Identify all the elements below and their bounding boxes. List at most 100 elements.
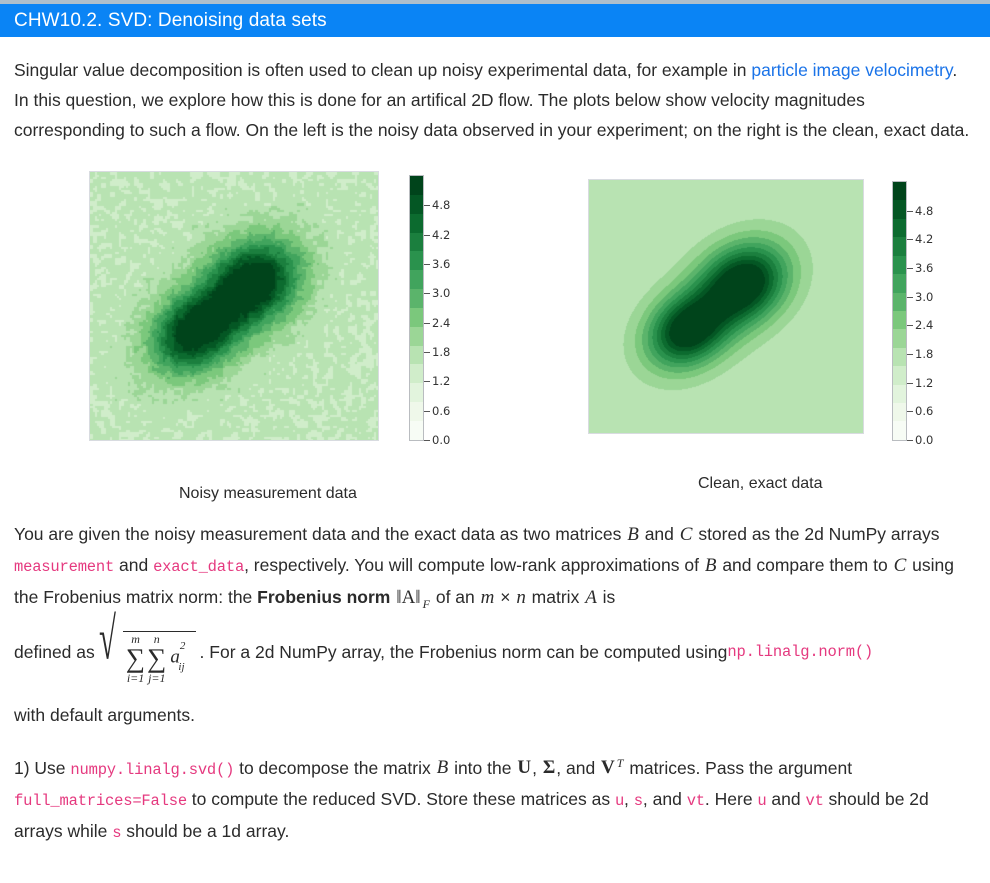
colorbar-segment — [410, 251, 423, 271]
colorbar-tick-label: 3.6 — [432, 257, 451, 271]
frobenius-formula-line: defined as √ m ∑ i=1 n ∑ j=1 a2ij . For … — [14, 609, 976, 690]
p3-text-2: to decompose the matrix — [234, 757, 436, 778]
colorbar-tick-label: 3.6 — [915, 261, 934, 275]
colorbar-segment — [893, 218, 906, 238]
p2-text-6: and compare them to — [717, 555, 893, 575]
p3-text-11: and — [766, 789, 806, 810]
p3-text-10: . Here — [704, 789, 758, 810]
colorbar-tick — [424, 205, 430, 207]
colorbar-tick — [424, 440, 430, 441]
colorbar-tick — [907, 411, 913, 413]
colorbar-segment — [410, 270, 423, 290]
figure-caption-clean: Clean, exact data — [698, 475, 823, 492]
matrix-Sigma-symbol: Σ — [542, 757, 556, 779]
colorbar-segment — [410, 345, 423, 365]
p3-text-6: matrices. Pass the argument — [624, 757, 853, 778]
task-1-paragraph: 1) Use numpy.linalg.svd() to decompose t… — [14, 748, 976, 849]
matrix-C-symbol-2: C — [893, 555, 907, 576]
colorbar-tick — [424, 410, 430, 412]
colorbar-segment — [893, 366, 906, 385]
radicand: m ∑ i=1 n ∑ j=1 a2ij — [122, 630, 196, 685]
colorbar-segment — [410, 364, 423, 384]
colorbar-tick-label: 0.6 — [432, 403, 451, 418]
colorbar-segment — [893, 182, 906, 201]
colorbar-tick — [907, 239, 913, 241]
colorbar-segment — [893, 310, 906, 330]
p2-text-11: matrix — [526, 587, 585, 607]
colorbar-tick-label: 4.2 — [432, 227, 451, 242]
colorbar-segment — [893, 384, 906, 404]
figure-caption-noisy: Noisy measurement data — [179, 485, 357, 502]
p3-text-1: 1) Use — [14, 757, 71, 778]
sigma-glyph-i: ∑ — [125, 642, 146, 673]
colorbar-segment — [893, 274, 906, 293]
colorbar-tick-label: 1.8 — [915, 347, 934, 361]
sigma-glyph-j: ∑ — [147, 642, 167, 673]
code-u-1: u — [614, 792, 625, 811]
colorbar-tick — [907, 325, 913, 327]
dim-m-symbol: m — [480, 587, 495, 608]
intro-paragraph: Singular value decomposition is often us… — [14, 55, 976, 145]
colorbar-tick-label: 2.4 — [432, 315, 451, 330]
colorbar-tick — [907, 354, 913, 355]
colorbar-tick-label: 4.2 — [915, 232, 934, 247]
code-exact-data: exact_data — [153, 558, 245, 576]
colorbar-tick-label: 4.8 — [432, 198, 451, 213]
p3-text-3: into the — [449, 757, 517, 778]
code-s-2: s — [112, 824, 122, 843]
p2-text-1: You are given the noisy measurement data… — [14, 524, 627, 544]
p3-text-13: should be a 1d array. — [121, 821, 290, 842]
code-vt-2: vt — [805, 792, 824, 811]
colorbar-tick — [424, 234, 430, 236]
matrix-B-symbol: B — [627, 524, 639, 545]
colorbar-tick-label: 0.6 — [915, 404, 934, 419]
colorbar-tick — [907, 268, 913, 269]
colorbar-tick-label: 1.8 — [432, 345, 451, 359]
matrix-C-symbol: C — [679, 524, 693, 545]
code-s-1: s — [633, 792, 643, 811]
norm-symbol: ‖A‖ — [396, 587, 421, 608]
matrix-A-symbol: A — [585, 587, 597, 608]
formula-trailing-text: . For a 2d NumPy array, the Frobenius no… — [199, 641, 728, 662]
dim-n-symbol: n — [516, 587, 526, 608]
colorbar-tick — [907, 210, 913, 212]
colorbar-tick — [424, 293, 430, 295]
colorbar-tick — [424, 381, 430, 383]
p3-text-9: , and — [642, 789, 687, 810]
colorbar-segment — [410, 326, 423, 346]
colorbar-tick-label: 0.0 — [915, 433, 934, 447]
colorbar-tick-label: 1.2 — [432, 374, 451, 389]
colorbar-tick-label: 3.0 — [915, 289, 934, 304]
colorbar-tick — [424, 352, 430, 353]
sum-i-lower-limit: i=1 — [126, 670, 145, 685]
colorbar-segment — [410, 420, 423, 440]
code-measurement: measurement — [14, 558, 115, 576]
particle-image-velocimetry-link[interactable]: particle image velocimetry — [751, 60, 952, 80]
matrix-B-symbol-3: B — [436, 757, 449, 779]
colorbar-segment — [410, 194, 423, 214]
colorbar-tick-label: 2.4 — [915, 318, 934, 333]
colorbar-segment — [410, 383, 423, 403]
colorbar-segment — [410, 402, 423, 421]
code-numpy-linalg-svd: numpy.linalg.svd() — [70, 760, 235, 779]
a-squared-term: a2ij — [167, 637, 191, 679]
colorbar-tick-label: 0.0 — [432, 433, 451, 447]
page-title: CHW10.2. SVD: Denoising data sets — [14, 9, 327, 31]
colorbar-segment — [893, 329, 906, 348]
default-arguments-text: with default arguments. — [14, 704, 195, 725]
colorbar-tick-label: 4.8 — [915, 203, 934, 218]
p3-text-4: , — [532, 757, 542, 778]
colorbar-segment — [893, 421, 906, 440]
code-full-matrices-false: full_matrices=False — [14, 792, 187, 811]
matrix-B-symbol-2: B — [704, 555, 717, 576]
colorbar-segment — [410, 232, 423, 252]
matrix-V-symbol: V — [601, 757, 615, 779]
code-u-2: u — [757, 792, 767, 811]
content-area: Singular value decomposition is often us… — [0, 55, 990, 848]
p2-text-10: × — [495, 587, 516, 607]
colorbar-segment — [893, 255, 906, 275]
a-indices: ij — [178, 661, 185, 674]
colorbar-segment — [893, 403, 906, 422]
p3-text-8: , — [624, 789, 634, 810]
formula-lead-text: defined as — [14, 641, 95, 662]
